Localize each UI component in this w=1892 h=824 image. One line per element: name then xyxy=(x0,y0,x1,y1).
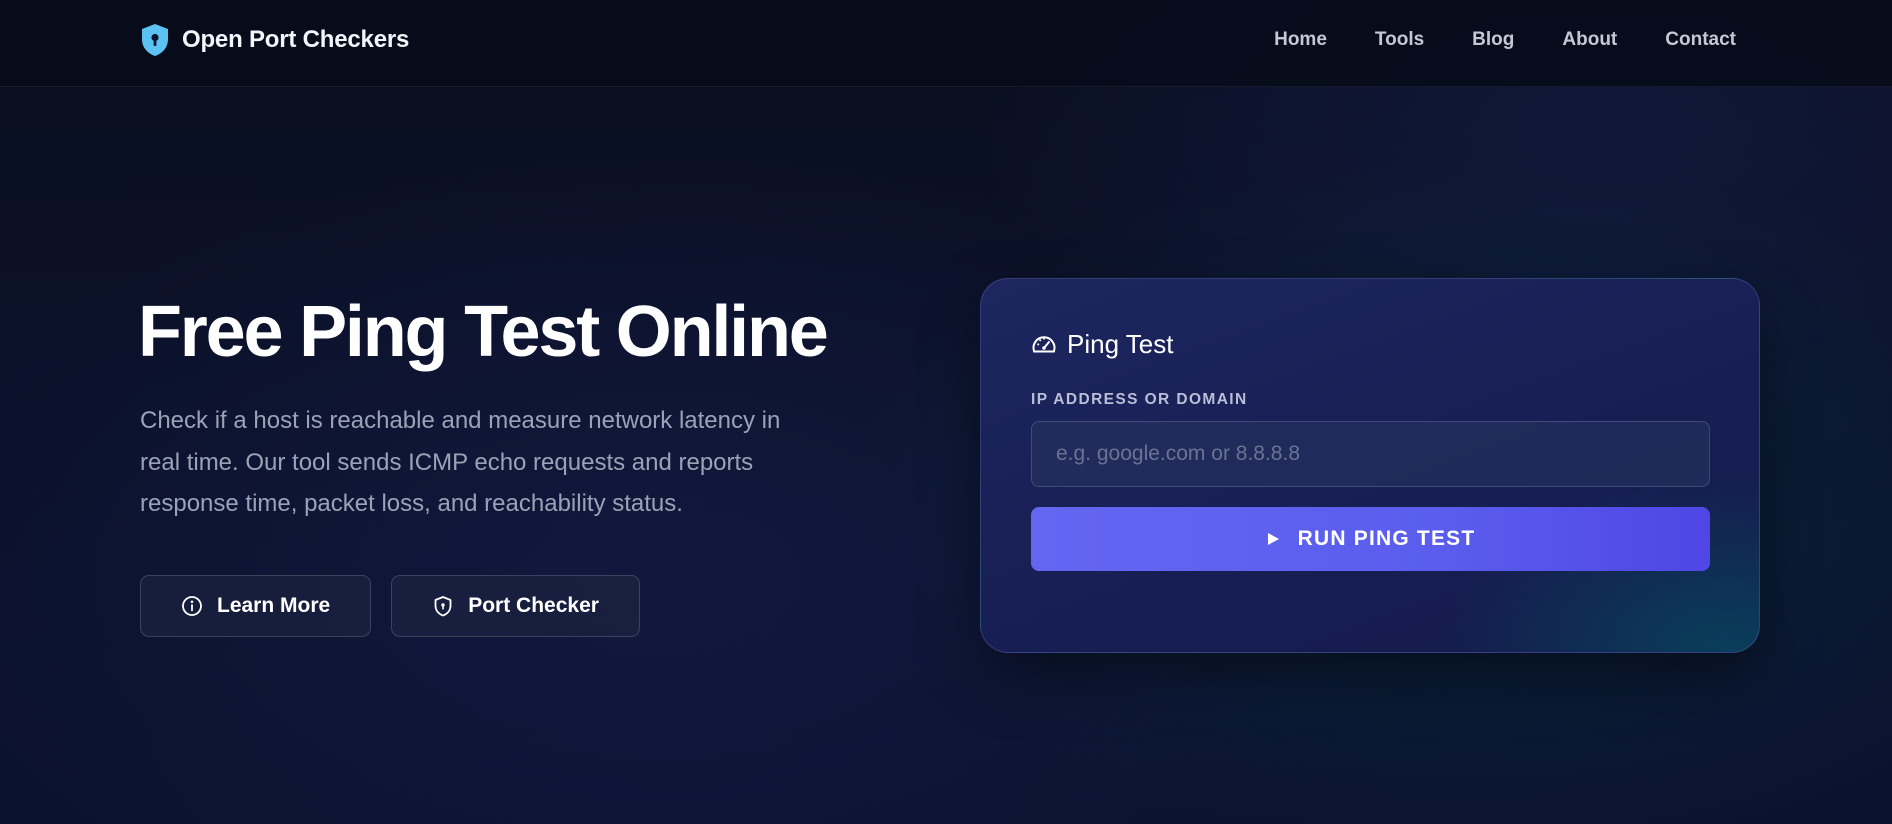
brand-logo-link[interactable]: Open Port Checkers xyxy=(140,22,409,58)
nav-contact-link[interactable]: Contact xyxy=(1665,29,1736,51)
port-checker-button[interactable]: Port Checker xyxy=(391,575,640,637)
learn-more-label: Learn More xyxy=(217,594,331,617)
speedometer-icon xyxy=(1031,332,1057,358)
info-circle-icon xyxy=(181,595,203,617)
nav-about-link[interactable]: About xyxy=(1562,29,1617,51)
run-ping-test-label: RUN PING TEST xyxy=(1297,527,1476,550)
ping-test-card: Ping Test IP ADDRESS OR DOMAIN RUN PING … xyxy=(980,278,1760,653)
main-nav: Home Tools Blog About Contact xyxy=(1274,26,1736,54)
shield-keyhole-icon xyxy=(140,23,170,57)
port-checker-label: Port Checker xyxy=(468,594,599,617)
play-icon xyxy=(1266,532,1280,546)
brand-name: Open Port Checkers xyxy=(182,26,410,53)
top-navbar: Open Port Checkers Home Tools Blog About… xyxy=(0,0,1892,87)
nav-blog-link[interactable]: Blog xyxy=(1472,29,1514,51)
learn-more-button[interactable]: Learn More xyxy=(140,575,372,637)
ip-domain-input[interactable] xyxy=(1031,421,1710,487)
card-title: Ping Test xyxy=(1067,329,1174,359)
nav-tools-link[interactable]: Tools xyxy=(1375,29,1424,51)
shield-icon xyxy=(432,595,454,617)
run-ping-test-button[interactable]: RUN PING TEST xyxy=(1031,507,1710,571)
hero-title: Free Ping Test Online xyxy=(138,292,829,372)
card-header: Ping Test xyxy=(1031,329,1173,360)
nav-home-link[interactable]: Home xyxy=(1274,29,1327,51)
hero-actions: Learn More Port Checker xyxy=(140,575,640,637)
ip-domain-label: IP ADDRESS OR DOMAIN xyxy=(1031,391,1248,408)
hero-description: Check if a host is reachable and measure… xyxy=(140,407,781,517)
